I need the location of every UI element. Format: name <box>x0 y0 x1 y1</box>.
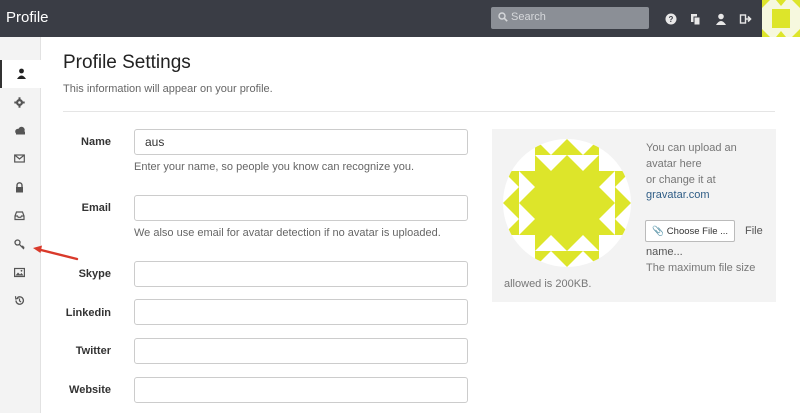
email-help: We also use email for avatar detection i… <box>134 227 441 239</box>
name-field[interactable] <box>134 129 468 155</box>
name-help: Enter your name, so people you know can … <box>134 161 415 173</box>
paperclip-icon: 📎 <box>651 225 664 237</box>
skype-field[interactable] <box>134 261 468 287</box>
user-icon[interactable] <box>714 12 728 26</box>
sidebar-item-images[interactable] <box>0 259 40 287</box>
key-icon <box>14 239 25 250</box>
sidebar-item-profile[interactable] <box>0 60 41 88</box>
logout-icon[interactable] <box>739 12 753 26</box>
twitter-label: Twitter <box>75 345 111 357</box>
app-title: Profile <box>6 9 49 26</box>
sidebar <box>0 37 41 413</box>
sidebar-item-mail[interactable] <box>0 145 40 173</box>
sidebar-item-inbox[interactable] <box>0 202 40 230</box>
avatar-text-line1: You can upload an <box>646 142 737 154</box>
gravatar-link[interactable]: gravatar.com <box>646 189 710 201</box>
avatar-panel: You can upload an avatar here or change … <box>492 129 776 302</box>
annotation-arrow <box>33 245 79 261</box>
sidebar-item-cloud[interactable] <box>0 117 40 145</box>
image-icon <box>14 267 25 278</box>
svg-text:?: ? <box>669 15 674 24</box>
page-title: Profile Settings <box>63 52 191 73</box>
search-icon <box>498 12 508 22</box>
help-icon[interactable]: ? <box>664 12 678 26</box>
cloud-icon <box>15 126 25 135</box>
avatar-text-line3: or change it at <box>646 174 716 186</box>
top-bar: Profile Search ? <box>0 0 800 37</box>
email-label: Email <box>81 202 111 214</box>
website-label: Website <box>69 384 111 396</box>
inbox-icon <box>14 211 25 221</box>
choose-file-button[interactable]: 📎 Choose File ... <box>645 220 735 242</box>
twitter-field[interactable] <box>134 338 468 364</box>
website-field[interactable] <box>134 377 468 403</box>
sidebar-item-history[interactable] <box>0 287 40 315</box>
files-icon[interactable] <box>689 12 703 26</box>
avatar-text-line2: avatar here <box>646 158 702 170</box>
linkedin-field[interactable] <box>134 299 468 325</box>
avatar-preview <box>503 139 631 267</box>
history-icon <box>14 296 24 305</box>
search-placeholder: Search <box>511 11 546 23</box>
linkedin-label: Linkedin <box>65 307 111 319</box>
gear-icon <box>14 97 25 108</box>
lock-icon <box>16 182 23 193</box>
allowed-size-text: allowed is 200KB. <box>504 278 592 290</box>
file-name: name... <box>646 246 683 258</box>
page-subtitle: This information will appear on your pro… <box>63 83 273 95</box>
user-icon <box>17 68 26 79</box>
divider <box>63 111 775 112</box>
file-label: File <box>745 225 763 237</box>
choose-file-label: Choose File ... <box>666 225 729 237</box>
skype-label: Skype <box>78 268 111 280</box>
sidebar-item-security[interactable] <box>0 174 40 202</box>
avatar[interactable] <box>762 0 800 37</box>
search-input[interactable]: Search <box>491 7 649 29</box>
max-size-text: The maximum file size <box>646 262 756 274</box>
email-field[interactable] <box>134 195 468 221</box>
envelope-icon <box>14 154 25 163</box>
sidebar-item-settings[interactable] <box>0 89 40 117</box>
name-label: Name <box>81 136 111 148</box>
